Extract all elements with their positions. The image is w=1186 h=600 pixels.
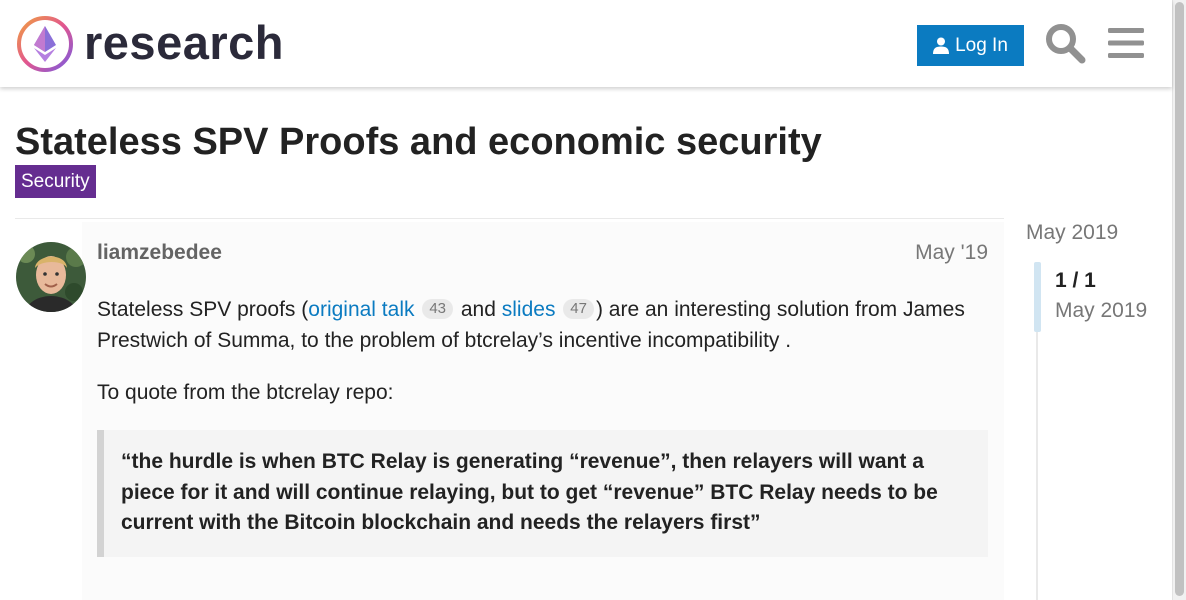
login-label: Log In <box>955 34 1008 56</box>
hamburger-menu-icon[interactable] <box>1107 24 1145 62</box>
avatar[interactable] <box>16 242 86 312</box>
post-username[interactable]: liamzebedee <box>97 240 222 266</box>
link-original-talk[interactable]: original talk <box>308 298 414 321</box>
site-logo-icon[interactable] <box>16 15 74 73</box>
click-count-badge: 47 <box>563 299 594 319</box>
login-button[interactable]: Log In <box>917 25 1024 66</box>
scrollbar-thumb[interactable] <box>1175 2 1184 596</box>
topic-title[interactable]: Stateless SPV Proofs and economic securi… <box>15 119 822 165</box>
page-scrollbar[interactable] <box>1172 0 1186 600</box>
timeline-current-date: May 2019 <box>1055 299 1148 322</box>
post-text: and <box>455 298 502 321</box>
click-count-badge: 43 <box>422 299 454 319</box>
post-date[interactable]: May '19 <box>900 240 988 266</box>
divider <box>15 218 1004 219</box>
timeline-position: 1 / 1 <box>1055 269 1096 292</box>
category-badge[interactable]: Security <box>15 165 96 198</box>
post-paragraph-2: To quote from the btcrelay repo: <box>97 381 394 404</box>
site-header: research Log In <box>0 0 1172 87</box>
post-paragraph-1: Stateless SPV proofs (original talk 43 a… <box>97 295 992 356</box>
post-blockquote: “the hurdle is when BTC Relay is generat… <box>97 430 988 557</box>
user-icon <box>933 37 950 54</box>
timeline-start-date[interactable]: May 2019 <box>1026 220 1118 246</box>
timeline-handle[interactable] <box>1034 262 1041 332</box>
link-slides[interactable]: slides <box>502 298 556 321</box>
search-icon[interactable] <box>1044 22 1086 64</box>
site-logo-text[interactable]: research <box>84 14 284 72</box>
post-text: Stateless SPV proofs ( <box>97 298 309 321</box>
